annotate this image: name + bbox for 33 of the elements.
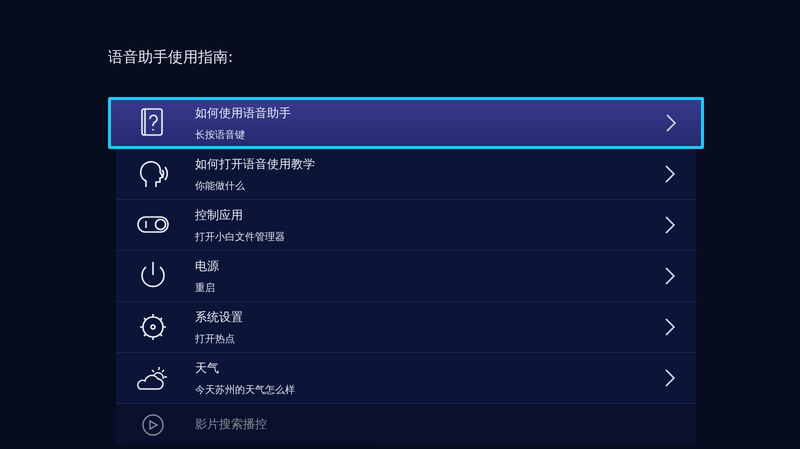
question-book-icon [141,108,163,136]
item-title: 控制应用 [195,206,243,224]
list-item[interactable]: 控制应用 打开小白文件管理器 [116,200,696,251]
power-icon [141,262,165,288]
list-item[interactable]: 影片搜索播控 [116,404,696,444]
chevron-right-icon [665,113,677,133]
weather-icon [137,366,168,390]
list-item[interactable]: 如何打开语音使用教学 你能做什么 [116,149,696,200]
list-item[interactable]: 天气 今天苏州的天气怎么样 [116,353,696,404]
item-subtitle: 今天苏州的天气怎么样 [195,384,295,396]
item-title: 如何打开语音使用教学 [195,156,315,172]
page-heading: 语音助手使用指南: [108,48,234,67]
chevron-right-icon [664,164,676,184]
list-item[interactable]: 系统设置 打开热点 [116,302,696,353]
item-subtitle: 你能做什么 [195,180,245,192]
selected-list-item[interactable]: 如何使用语音助手 长按语音键 [108,97,704,149]
item-title: 影片搜索播控 [195,416,267,432]
item-title: 系统设置 [195,308,243,326]
item-subtitle: 打开小白文件管理器 [195,230,285,244]
item-title: 如何使用语音助手 [195,104,291,122]
chevron-right-icon [664,368,676,388]
item-title: 天气 [195,360,219,376]
settings-icon [139,313,167,341]
item-subtitle: 打开热点 [195,332,235,346]
item-title: 电源 [195,258,219,274]
chevron-right-icon [664,266,676,286]
chevron-right-icon [664,317,676,337]
toggle-icon [137,216,169,233]
item-subtitle: 重启 [195,282,215,294]
chevron-right-icon [664,215,676,235]
speaking-head-icon [140,161,168,187]
item-subtitle: 长按语音键 [195,128,245,142]
list-item[interactable]: 电源 重启 [116,251,696,302]
